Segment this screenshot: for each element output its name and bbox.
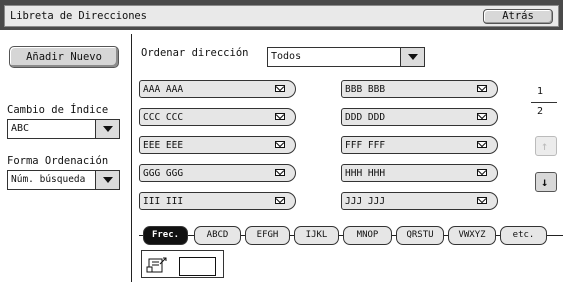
envelope-icon xyxy=(275,113,285,120)
address-entry[interactable]: CCC CCC xyxy=(139,108,296,126)
entry-name: JJJ JJJ xyxy=(345,196,386,207)
sort-form-dropdown-value: Núm. búsqueda xyxy=(11,174,86,185)
page-separator xyxy=(531,102,557,103)
index-change-label: Cambio de Índice xyxy=(7,104,109,116)
envelope-icon xyxy=(275,169,285,176)
envelope-icon xyxy=(275,197,285,204)
sort-address-dropdown[interactable]: Todos xyxy=(267,47,425,67)
envelope-icon xyxy=(477,113,487,120)
envelope-icon xyxy=(477,85,487,92)
title-bar: Libreta de Direcciones Atrás xyxy=(0,0,563,30)
chevron-down-icon[interactable] xyxy=(400,48,424,66)
envelope-icon xyxy=(477,169,487,176)
page-title: Libreta de Direcciones xyxy=(10,10,147,22)
pane-divider xyxy=(131,34,132,282)
envelope-icon xyxy=(477,197,487,204)
arrow-down-icon: ↓ xyxy=(541,175,549,189)
address-entry[interactable]: EEE EEE xyxy=(139,136,296,154)
index-dropdown-value: ABC xyxy=(11,123,30,134)
tab-abcd[interactable]: ABCD xyxy=(194,226,241,245)
sort-form-dropdown[interactable]: Núm. búsqueda xyxy=(7,170,120,190)
page-down-button[interactable]: ↓ xyxy=(535,172,557,192)
arrow-up-icon: ↑ xyxy=(541,139,549,153)
address-entry[interactable]: GGG GGG xyxy=(139,164,296,182)
tab-efgh[interactable]: EFGH xyxy=(245,226,290,245)
tab-ijkl[interactable]: IJKL xyxy=(294,226,339,245)
tab-vwxyz[interactable]: VWXYZ xyxy=(448,226,496,245)
entry-name: BBB BBB xyxy=(345,84,386,95)
sort-address-dropdown-value: Todos xyxy=(271,51,302,62)
title-panel: Libreta de Direcciones Atrás xyxy=(4,5,559,27)
back-button[interactable]: Atrás xyxy=(483,9,553,24)
tab-mnop[interactable]: MNOP xyxy=(343,226,392,245)
address-book-screen: Libreta de Direcciones Atrás Añadir Nuev… xyxy=(0,0,563,282)
address-entry[interactable]: FFF FFF xyxy=(341,136,498,154)
search-number-box xyxy=(141,250,224,278)
chevron-down-icon[interactable] xyxy=(95,171,119,189)
entry-name: DDD DDD xyxy=(345,112,386,123)
entry-name: HHH HHH xyxy=(345,168,386,179)
envelope-icon xyxy=(477,141,487,148)
address-entry[interactable]: AAA AAA xyxy=(139,80,296,98)
search-number-input[interactable] xyxy=(179,257,216,276)
sort-form-label: Forma Ordenación xyxy=(7,155,109,167)
envelope-icon xyxy=(275,85,285,92)
page-navigator: 1 2 ↑ ↓ xyxy=(527,84,561,198)
entry-name: GGG GGG xyxy=(143,168,184,179)
current-page: 1 xyxy=(537,86,544,97)
address-entry[interactable]: III III xyxy=(139,192,296,210)
add-new-button[interactable]: Añadir Nuevo xyxy=(9,46,119,68)
sort-address-label: Ordenar dirección xyxy=(141,47,249,59)
tab-qrstu[interactable]: QRSTU xyxy=(396,226,444,245)
phone-book-icon xyxy=(146,257,167,273)
address-entry[interactable]: BBB BBB xyxy=(341,80,498,98)
index-dropdown[interactable]: ABC xyxy=(7,119,120,139)
tab-etc[interactable]: etc. xyxy=(500,226,547,245)
entry-name: III III xyxy=(143,196,184,207)
left-pane: Añadir Nuevo Cambio de Índice ABC Forma … xyxy=(4,34,130,282)
entry-name: FFF FFF xyxy=(345,140,386,151)
address-entry[interactable]: JJJ JJJ xyxy=(341,192,498,210)
envelope-icon xyxy=(275,141,285,148)
address-entry[interactable]: DDD DDD xyxy=(341,108,498,126)
address-entry[interactable]: HHH HHH xyxy=(341,164,498,182)
page-up-button[interactable]: ↑ xyxy=(535,136,557,156)
entry-name: CCC CCC xyxy=(143,112,184,123)
entry-name: AAA AAA xyxy=(143,84,184,95)
chevron-down-icon[interactable] xyxy=(95,120,119,138)
total-pages: 2 xyxy=(537,106,544,117)
tab-frec[interactable]: Frec. xyxy=(143,226,188,245)
entry-name: EEE EEE xyxy=(143,140,184,151)
